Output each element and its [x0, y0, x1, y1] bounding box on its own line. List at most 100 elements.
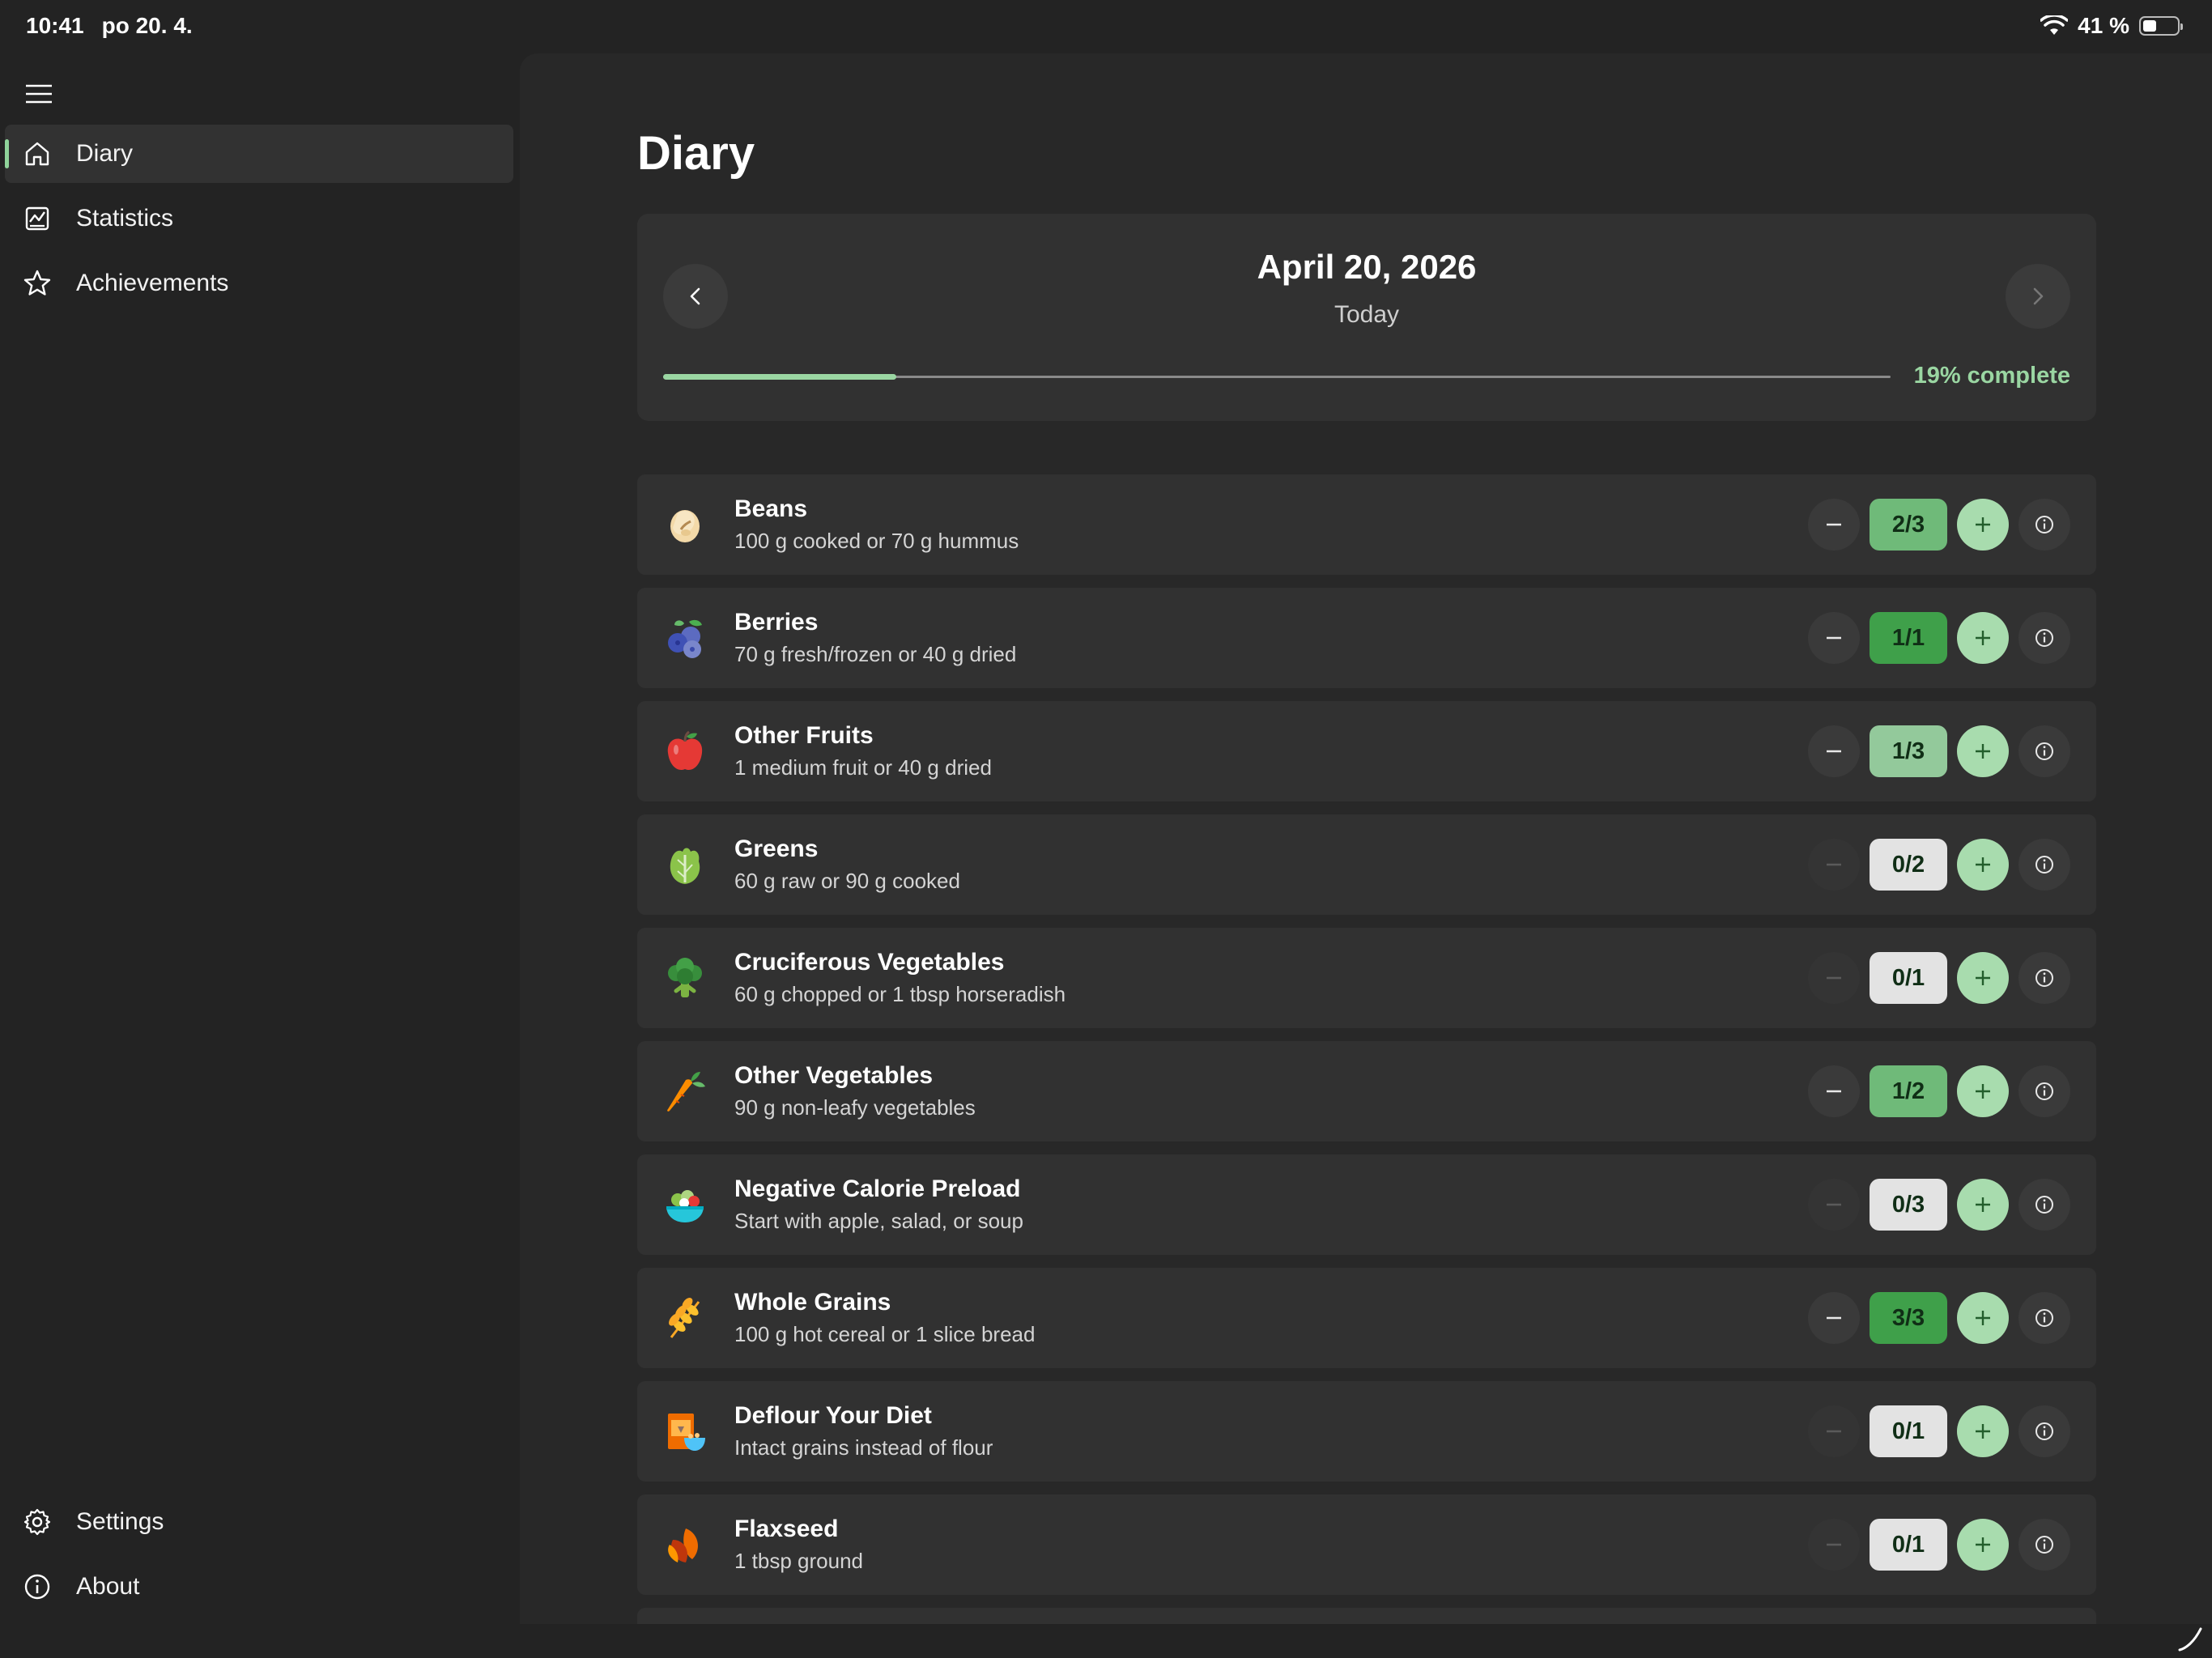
minus-icon [1827, 1430, 1841, 1433]
minus-icon [1827, 976, 1841, 980]
info-button[interactable] [2018, 612, 2070, 664]
increment-button[interactable] [1957, 1179, 2009, 1231]
info-button[interactable] [2018, 1519, 2070, 1571]
increment-button[interactable] [1957, 952, 2009, 1004]
carrot-icon [667, 1072, 705, 1112]
apple-icon [667, 730, 703, 771]
info-button[interactable] [2018, 725, 2070, 777]
next-day-button[interactable] [2006, 264, 2070, 329]
increment-button[interactable] [1957, 612, 2009, 664]
plus-icon [1976, 744, 1990, 759]
food-group-name: Beans [734, 495, 808, 522]
blueberries-icon [668, 619, 702, 658]
info-button[interactable] [2018, 1405, 2070, 1457]
hamburger-menu-icon[interactable] [24, 79, 53, 108]
page-title: Diary [637, 127, 755, 180]
increment-button[interactable] [1957, 1405, 2009, 1457]
decrement-button[interactable] [1808, 1292, 1860, 1344]
decrement-button[interactable] [1808, 725, 1860, 777]
info-icon [24, 1574, 50, 1600]
decrement-button[interactable] [1808, 839, 1860, 891]
info-button[interactable] [2018, 1292, 2070, 1344]
increment-button[interactable] [1957, 1519, 2009, 1571]
info-icon [2035, 1196, 2053, 1214]
gear-icon [23, 1508, 51, 1536]
sidebar-bottom-nav: Settings About [5, 1493, 513, 1622]
serving-count: 2/3 [1870, 499, 1947, 551]
info-icon [2035, 1082, 2053, 1100]
food-group-name: Negative Calorie Preload [734, 1175, 1021, 1202]
serving-stepper: 2/3 [1808, 499, 2070, 551]
sidebar-nav: Diary Statistics Achievements [5, 125, 513, 319]
food-group-name: Flaxseed [734, 1516, 839, 1542]
serving-stepper: 0/1 [1808, 1405, 2070, 1457]
food-group-name: Berries [734, 609, 819, 636]
decrement-button[interactable] [1808, 612, 1860, 664]
food-group-row: Other Vegetables 90 g non-leafy vegetabl… [637, 1041, 2096, 1141]
minus-icon [1827, 1543, 1841, 1546]
progress-label: 19% complete [1913, 363, 2070, 389]
increment-button[interactable] [1957, 1065, 2009, 1117]
sidebar-item-diary[interactable]: Diary [5, 125, 513, 183]
decrement-button[interactable] [1808, 1519, 1860, 1571]
sidebar-item-label: Diary [76, 140, 134, 167]
sidebar-item-about[interactable]: About [5, 1558, 513, 1616]
info-button[interactable] [2018, 1179, 2070, 1231]
plus-icon [1976, 1311, 1990, 1325]
serving-count: 3/3 [1870, 1292, 1947, 1344]
info-button[interactable] [2018, 1065, 2070, 1117]
wheat-icon [669, 1298, 700, 1338]
info-button[interactable] [2018, 952, 2070, 1004]
serving-stepper: 1/2 [1808, 1065, 2070, 1117]
minus-icon [1827, 1203, 1841, 1206]
battery-percent: 41 % [2078, 13, 2129, 38]
food-group-serving: 70 g fresh/frozen or 40 g dried [734, 642, 1017, 666]
serving-count: 0/2 [1870, 839, 1947, 891]
food-group-row: Other Fruits 1 medium fruit or 40 g drie… [637, 701, 2096, 801]
sidebar: Diary Statistics Achievements Settings A… [0, 52, 520, 1658]
food-group-name: Other Vegetables [734, 1062, 934, 1089]
plus-icon [1976, 517, 1990, 532]
serving-stepper: 1/3 [1808, 725, 2070, 777]
info-icon [2035, 1422, 2053, 1440]
serving-count: 0/1 [1870, 952, 1947, 1004]
food-group-name: Greens [734, 835, 819, 862]
decrement-button[interactable] [1808, 1405, 1860, 1457]
statistics-icon [25, 206, 49, 231]
serving-count: 1/3 [1870, 725, 1947, 777]
food-group-name: Deflour Your Diet [734, 1402, 932, 1429]
minus-icon [1827, 636, 1841, 640]
sidebar-item-achievements[interactable]: Achievements [5, 254, 513, 312]
decrement-button[interactable] [1808, 499, 1860, 551]
wifi-icon [2040, 15, 2069, 35]
plus-icon [1976, 1084, 1990, 1099]
food-group-serving: 1 medium fruit or 40 g dried [734, 755, 992, 780]
chevron-right-icon [2033, 287, 2044, 305]
plus-icon [1976, 631, 1990, 645]
food-group-serving: 60 g chopped or 1 tbsp horseradish [734, 982, 1066, 1006]
increment-button[interactable] [1957, 725, 2009, 777]
serving-stepper: 0/1 [1808, 952, 2070, 1004]
info-button[interactable] [2018, 499, 2070, 551]
increment-button[interactable] [1957, 1292, 2009, 1344]
plus-icon [1976, 1197, 1990, 1212]
info-icon [2035, 629, 2053, 647]
increment-button[interactable] [1957, 839, 2009, 891]
info-button[interactable] [2018, 839, 2070, 891]
sidebar-item-label: About [76, 1573, 140, 1600]
increment-button[interactable] [1957, 499, 2009, 551]
battery-icon [2139, 16, 2183, 36]
sidebar-item-statistics[interactable]: Statistics [5, 189, 513, 248]
food-group-serving: Start with apple, salad, or soup [734, 1209, 1023, 1233]
minus-icon [1827, 1090, 1841, 1093]
food-group-row: Negative Calorie Preload Start with appl… [637, 1154, 2096, 1255]
sidebar-item-label: Statistics [76, 205, 174, 232]
food-group-serving: 100 g cooked or 70 g hummus [734, 529, 1019, 553]
decrement-button[interactable] [1808, 1179, 1860, 1231]
decrement-button[interactable] [1808, 1065, 1860, 1117]
info-icon [2035, 516, 2053, 534]
food-group-serving: 90 g non-leafy vegetables [734, 1095, 976, 1120]
decrement-button[interactable] [1808, 952, 1860, 1004]
info-icon [2035, 1309, 2053, 1327]
sidebar-item-settings[interactable]: Settings [5, 1493, 513, 1551]
